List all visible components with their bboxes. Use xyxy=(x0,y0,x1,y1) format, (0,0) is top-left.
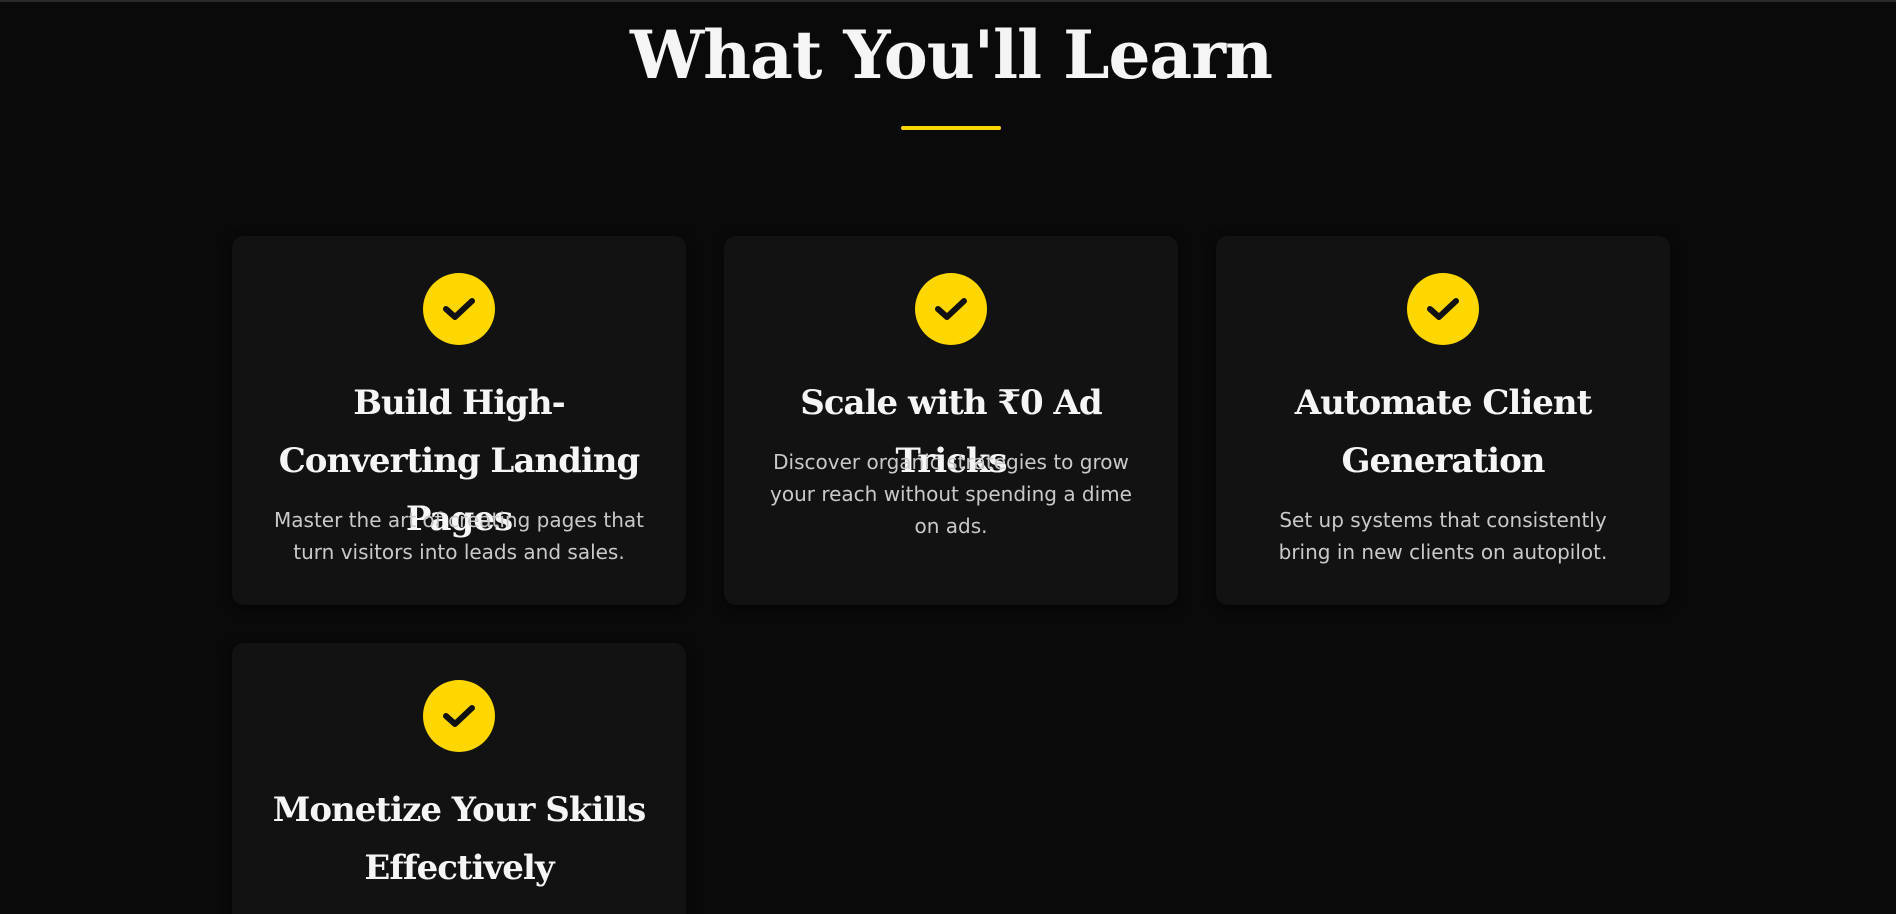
check-circle-icon xyxy=(423,273,495,345)
section-title: What You'll Learn xyxy=(630,16,1273,94)
top-border xyxy=(0,0,1896,2)
card-description: Set up systems that consistently bring i… xyxy=(1278,508,1608,564)
card-description: Master the art of creating pages that tu… xyxy=(274,508,644,564)
title-underline xyxy=(901,126,1001,130)
check-circle-icon xyxy=(423,680,495,752)
feature-card: Automate Client Generation Set up system… xyxy=(1216,236,1670,605)
card-title: Automate Client Generation xyxy=(1294,383,1593,481)
feature-card: Scale with ₹0 Ad Tricks Discover organic… xyxy=(724,236,1178,605)
card-title: Monetize Your Skills Effectively xyxy=(272,790,647,888)
card-description: Discover organic strategies to grow your… xyxy=(770,450,1132,538)
check-circle-icon xyxy=(915,273,987,345)
check-circle-icon xyxy=(1407,273,1479,345)
feature-card: Monetize Your Skills Effectively xyxy=(232,643,686,914)
feature-card: Build High-Converting Landing Pages Mast… xyxy=(232,236,686,605)
